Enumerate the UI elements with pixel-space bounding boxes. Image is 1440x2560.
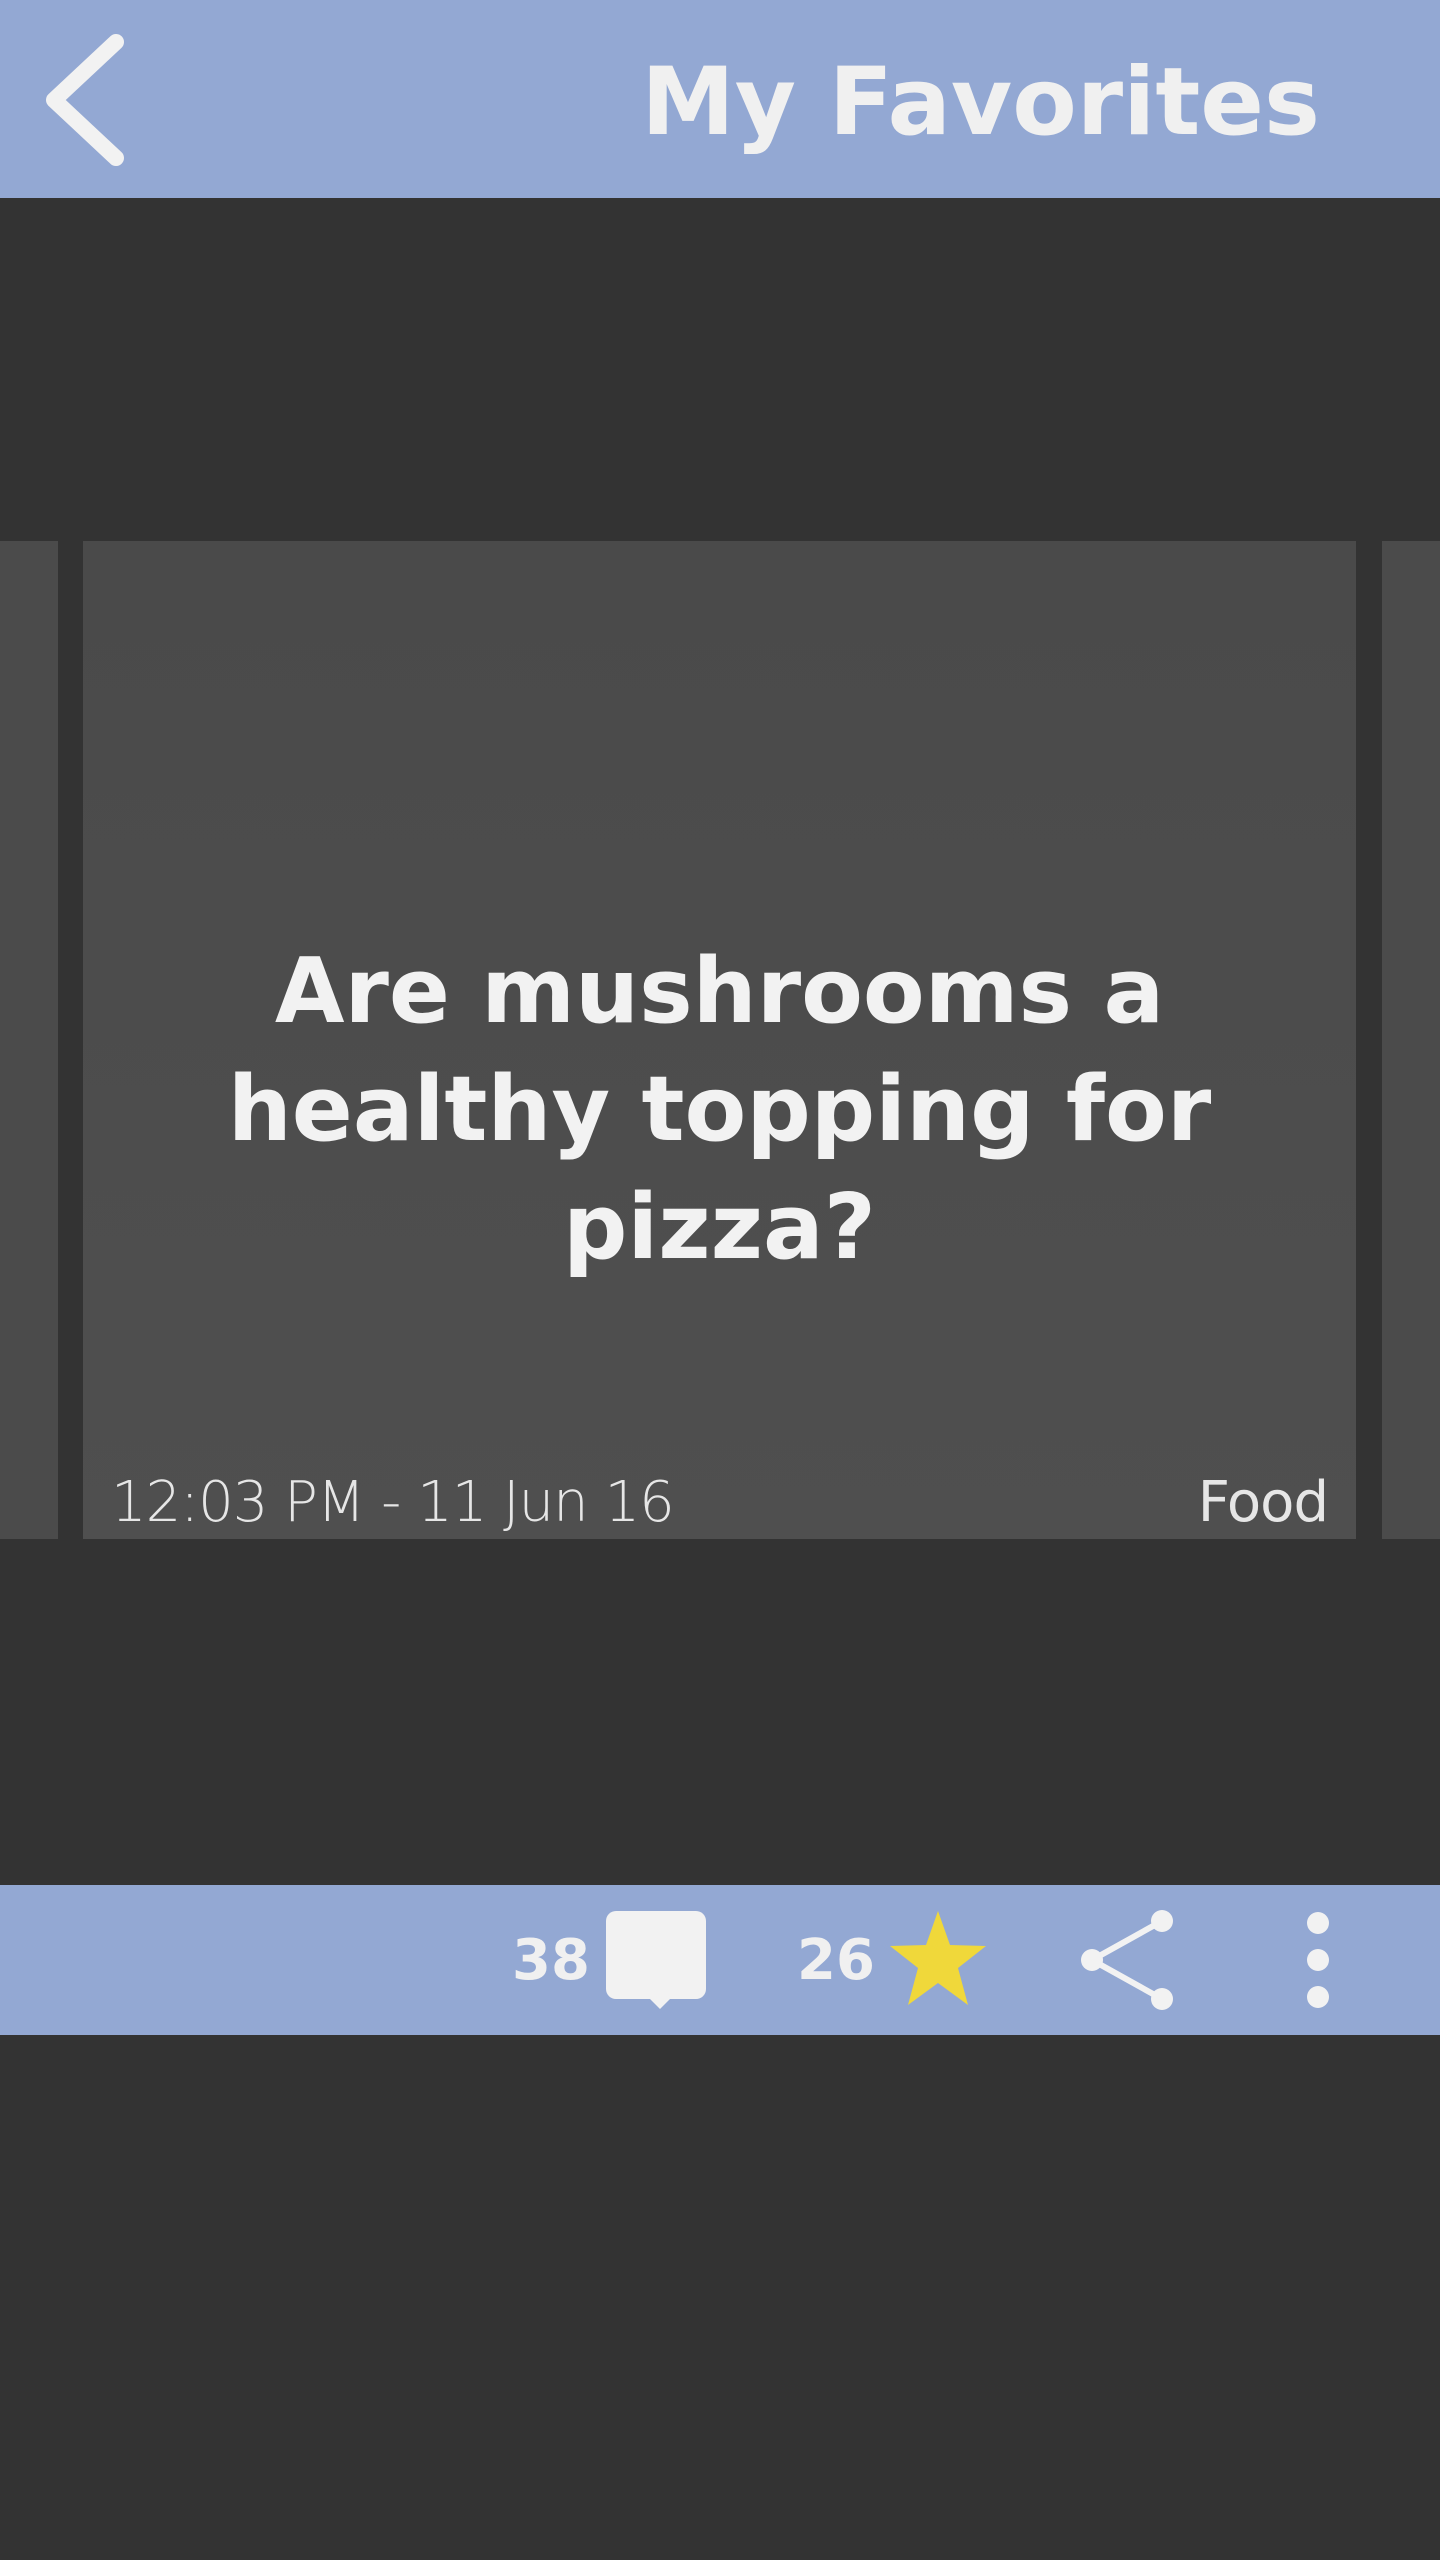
action-bar: 38 26 <box>0 1885 1440 2035</box>
share-button[interactable] <box>1074 1907 1178 2013</box>
comment-icon <box>606 1911 706 2009</box>
favorite-button[interactable] <box>886 1909 990 2009</box>
page-title: My Favorites <box>641 48 1320 157</box>
question-text: Are mushrooms a healthy topping for pizz… <box>227 939 1212 1280</box>
more-vertical-icon <box>1307 1912 1329 2008</box>
chevron-left-icon <box>46 34 124 166</box>
back-button[interactable] <box>30 30 150 170</box>
post-timestamp: 12:03 PM - 11 Jun 16 <box>111 1470 675 1535</box>
next-card-peek[interactable] <box>1382 541 1440 1539</box>
category-label: Food <box>1197 1470 1329 1535</box>
previous-card-peek[interactable] <box>0 541 58 1539</box>
question-card[interactable]: Are mushrooms a healthy topping for pizz… <box>83 541 1356 1539</box>
share-icon <box>1081 1910 1173 2010</box>
star-icon <box>890 1911 986 2005</box>
more-options-button[interactable] <box>1298 1907 1338 2013</box>
favorite-count: 26 <box>797 1928 875 1993</box>
app-header: My Favorites <box>0 0 1440 198</box>
comment-button[interactable] <box>604 1909 708 2009</box>
comment-count: 38 <box>512 1928 590 1993</box>
